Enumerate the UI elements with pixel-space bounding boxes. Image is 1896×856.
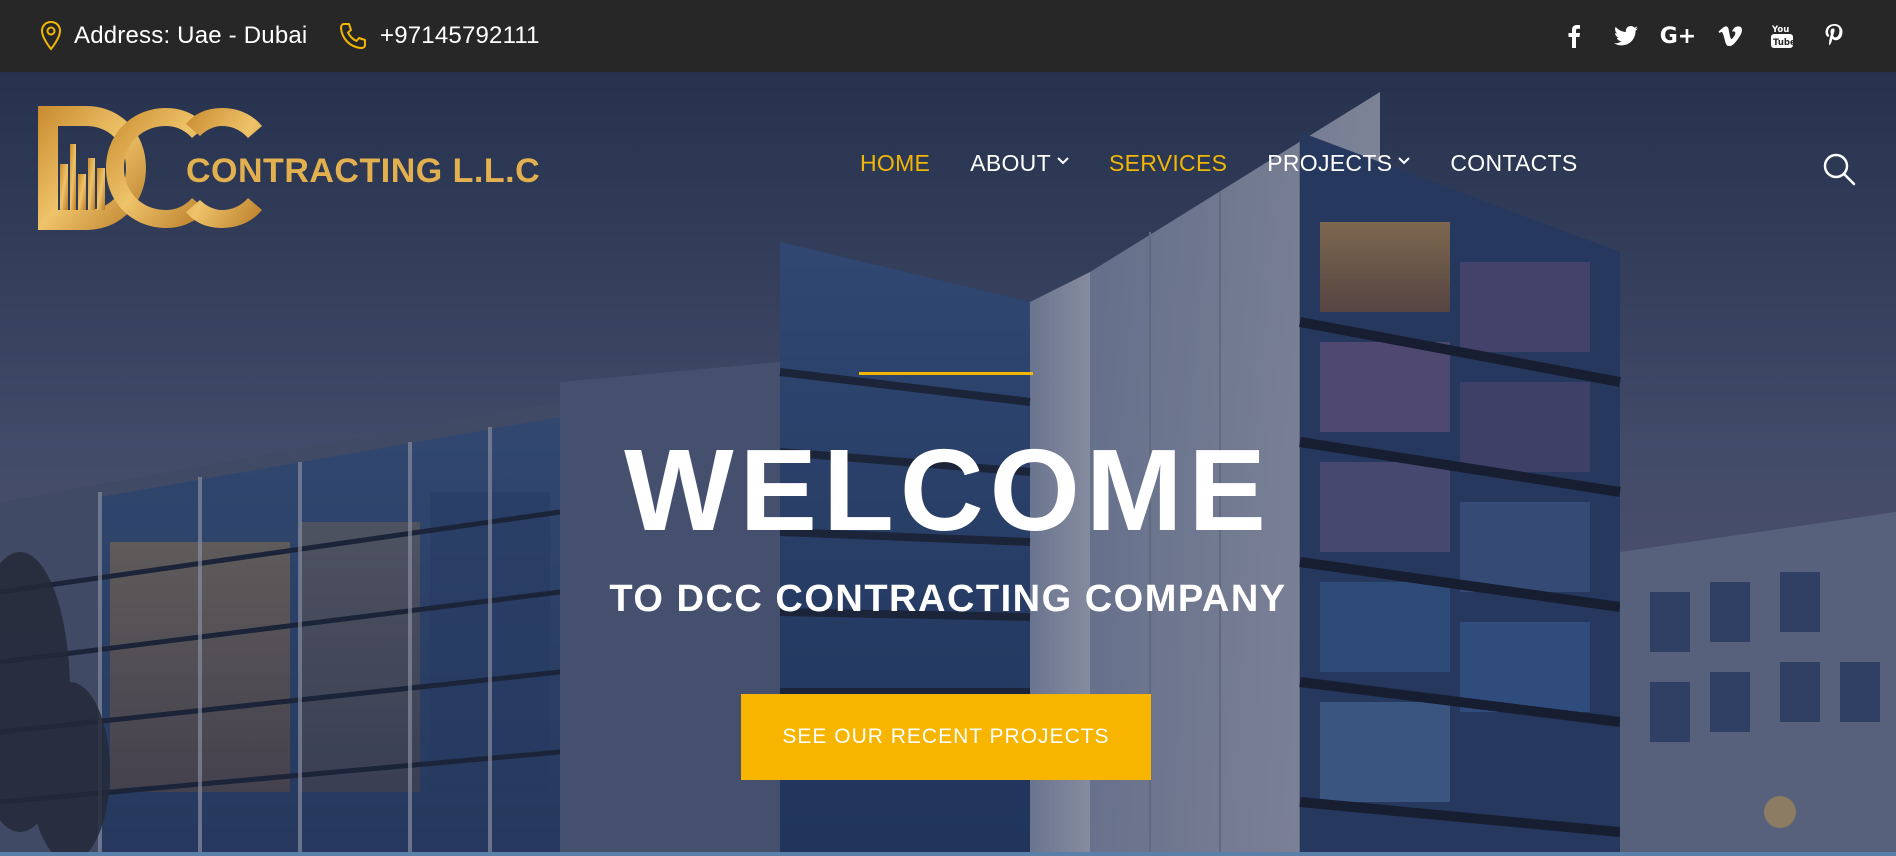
vimeo-icon <box>1718 26 1742 46</box>
svg-text:You: You <box>1771 25 1789 35</box>
nav-item-label: SERVICES <box>1108 150 1228 176</box>
youtube-link[interactable]: You Tube <box>1756 16 1808 56</box>
social-links: G+ You Tube <box>1548 0 1860 72</box>
top-bar: Address: Uae - Dubai +97145792111 G+ You… <box>0 0 1896 72</box>
nav-item-label: CONTACTS <box>1450 150 1578 176</box>
search-button[interactable] <box>1822 152 1856 186</box>
chevron-down-icon <box>1057 156 1069 164</box>
svg-text:Tube: Tube <box>1773 38 1793 48</box>
phone-icon <box>340 23 366 49</box>
chevron-down-icon <box>1398 156 1411 164</box>
twitter-icon <box>1614 26 1638 46</box>
pinterest-icon <box>1825 24 1843 46</box>
nav-item-projects[interactable]: PROJECTS <box>1267 150 1411 177</box>
nav-item-services[interactable]: SERVICES <box>1109 150 1227 177</box>
recent-projects-button[interactable]: SEE OUR RECENT PROJECTS <box>741 694 1151 780</box>
section-divider <box>0 852 1896 856</box>
address-text: Address: Uae - Dubai <box>74 22 308 49</box>
nav-item-label: ABOUT <box>970 150 1051 176</box>
accent-line <box>859 372 1033 375</box>
google-plus-icon: G+ <box>1659 23 1697 49</box>
google-plus-link[interactable]: G+ <box>1652 16 1704 56</box>
main-nav: HOME ABOUT SERVICES PROJECTS CONTACTS <box>860 150 1618 177</box>
facebook-link[interactable] <box>1548 16 1600 56</box>
logo-text: CONTRACTING L.L.C <box>186 152 541 190</box>
logo[interactable]: CONTRACTING L.L.C <box>36 104 540 232</box>
vimeo-link[interactable] <box>1704 16 1756 56</box>
nav-item-home[interactable]: HOME <box>860 150 930 177</box>
phone-text: +97145792111 <box>380 22 540 49</box>
hero-title: WELCOME <box>624 425 1272 555</box>
map-pin-icon <box>40 20 62 51</box>
nav-item-label: PROJECTS <box>1267 150 1393 176</box>
nav-item-contacts[interactable]: CONTACTS <box>1450 150 1577 177</box>
youtube-icon: You Tube <box>1771 25 1793 48</box>
address-info: Address: Uae - Dubai <box>40 20 307 52</box>
nav-item-label: HOME <box>860 150 931 176</box>
facebook-icon <box>1568 25 1580 48</box>
pinterest-link[interactable] <box>1808 16 1860 56</box>
twitter-link[interactable] <box>1600 16 1652 56</box>
search-icon <box>1823 153 1856 186</box>
phone-info[interactable]: +97145792111 <box>338 21 540 51</box>
nav-item-about[interactable]: ABOUT <box>970 150 1069 177</box>
hero-subtitle: TO DCC CONTRACTING COMPANY <box>609 578 1287 620</box>
